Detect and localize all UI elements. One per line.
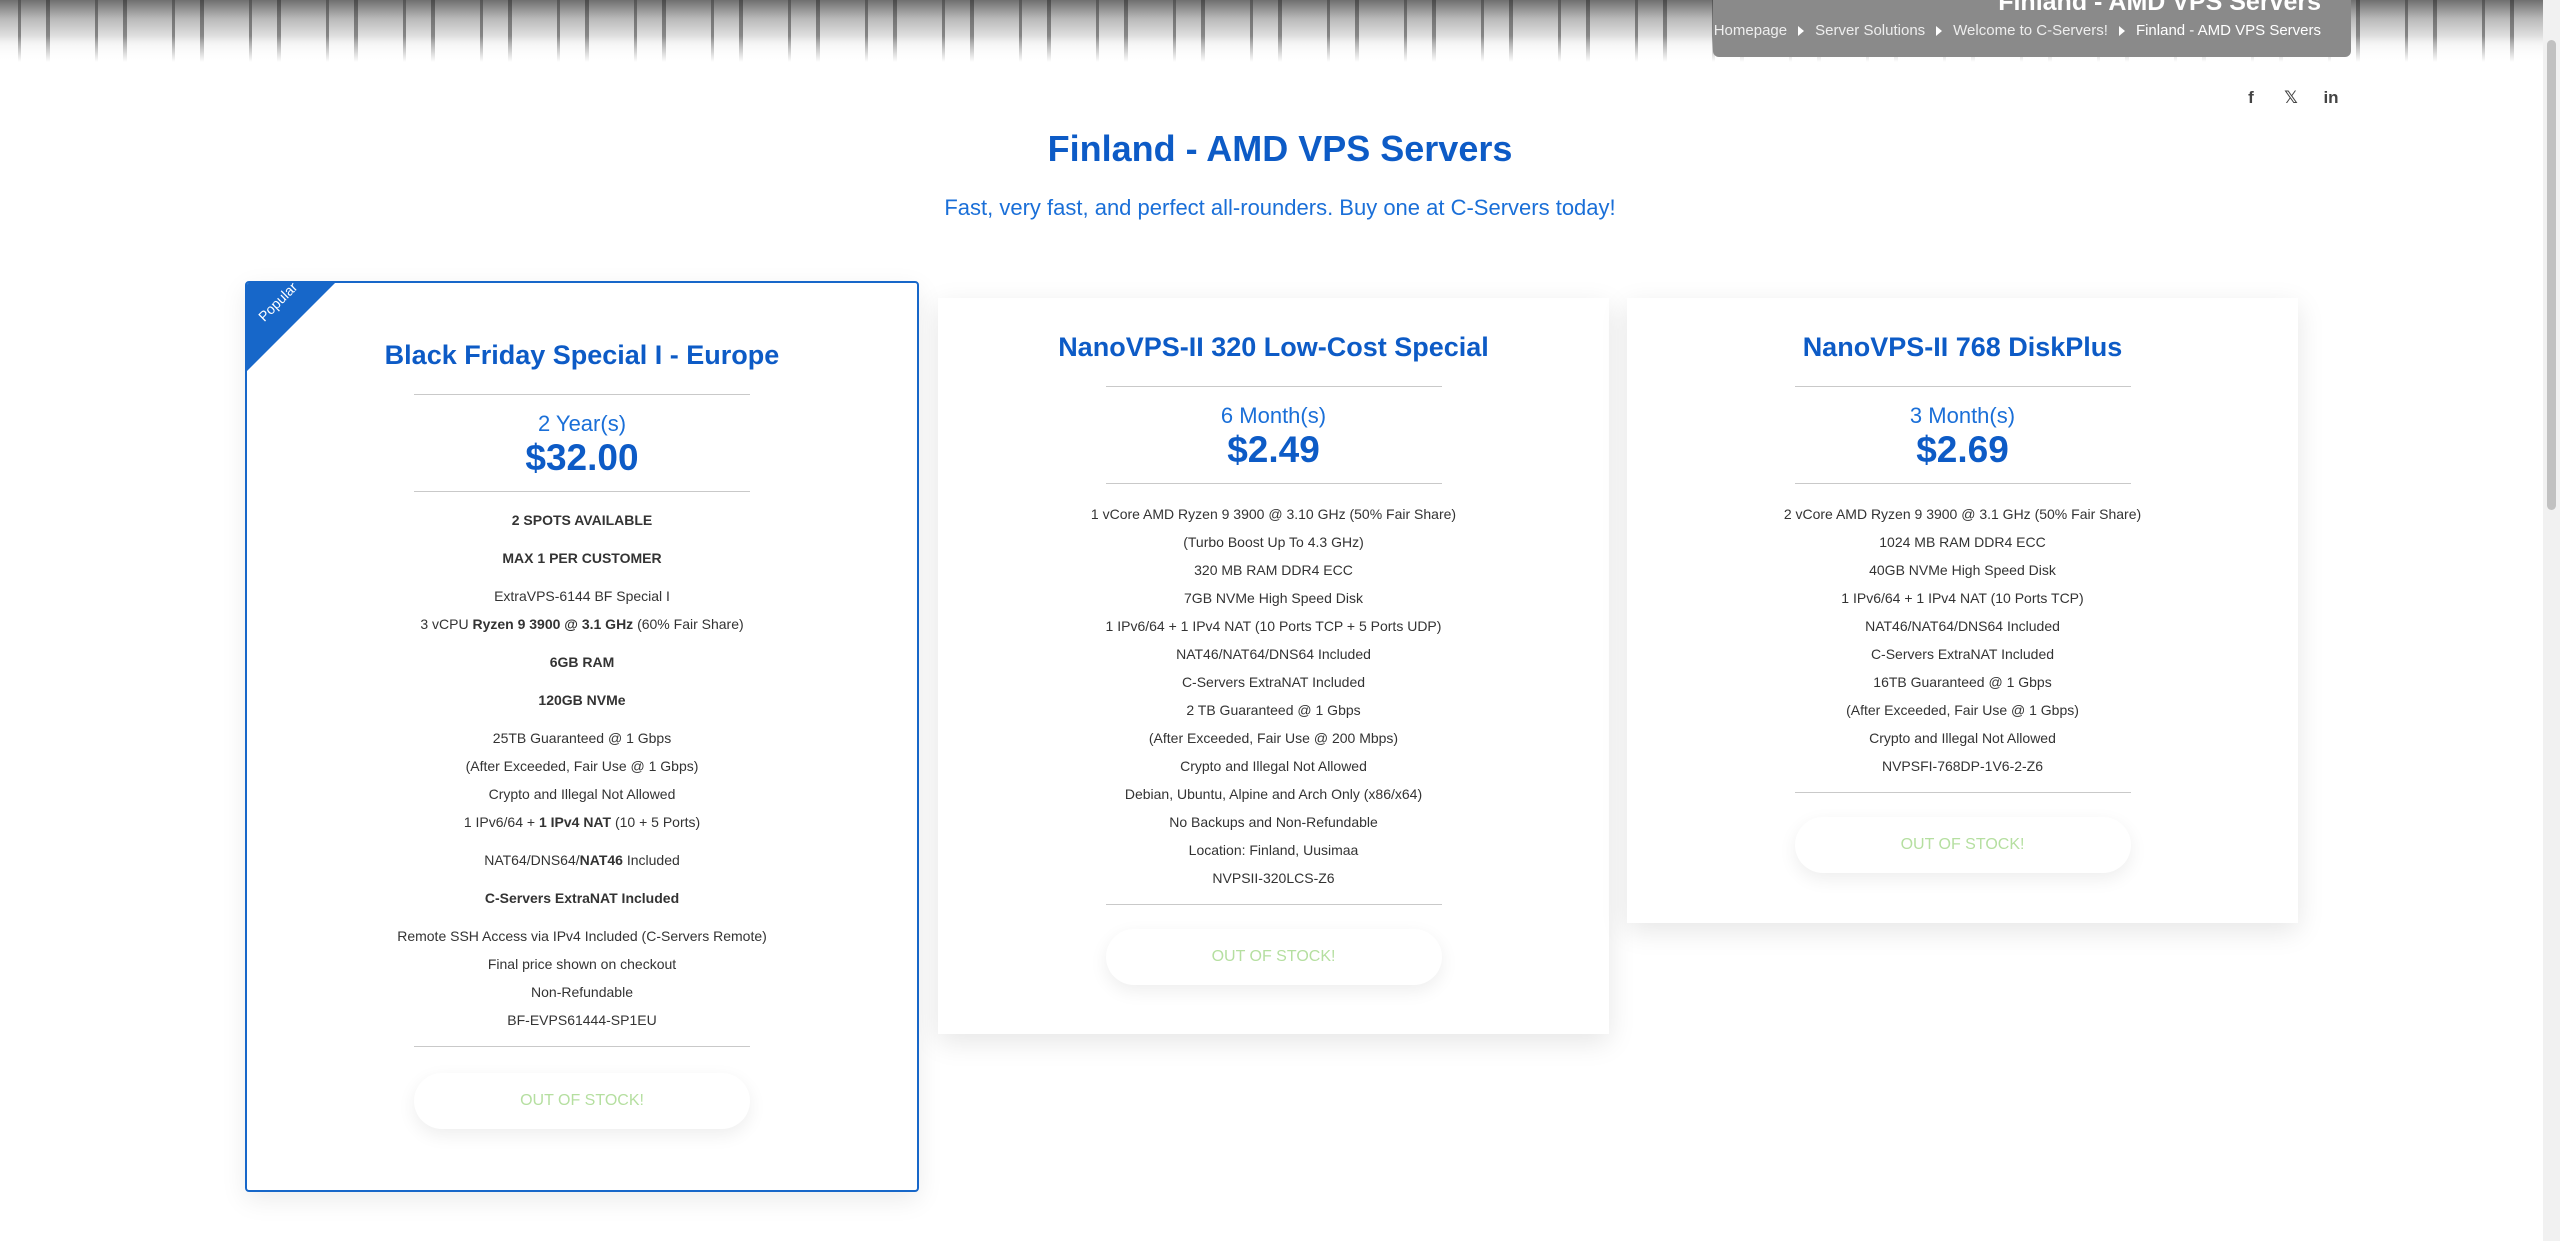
breadcrumb-welcome[interactable]: Welcome to C-Servers! [1953,22,2108,39]
plan-title: NanoVPS-II 768 DiskPlus [1802,332,2123,362]
plan-card-nanovps-768: NanoVPS-II 768 DiskPlus 3 Month(s) $2.69… [1627,298,2298,923]
feature-item: Crypto and Illegal Not Allowed [1180,758,1367,774]
feature-refund: Non-Refundable [531,984,633,1000]
feature-item: 1 IPv6/64 + 1 IPv4 NAT (10 Ports TCP + 5… [1105,618,1442,634]
plan-features: 2 vCore AMD Ryzen 9 3900 @ 3.1 GHz (50% … [1627,500,2298,780]
breadcrumb-separator-icon [1798,25,1805,36]
breadcrumb: Homepage Server Solutions Welcome to C-S… [1714,22,2321,39]
social-share: f 𝕏 in [2235,82,2347,114]
feature-nat-pre: NAT64/DNS64/ [484,852,580,868]
facebook-icon[interactable]: f [2235,82,2267,114]
feature-item: 40GB NVMe High Speed Disk [1869,562,2056,578]
page: Finland - AMD VPS Servers Homepage Serve… [0,0,2560,1241]
plan-period: 6 Month(s) [1220,403,1327,428]
plan-card-nanovps-320: NanoVPS-II 320 Low-Cost Special 6 Month(… [938,298,1609,1034]
feature-item: NAT46/NAT64/DNS64 Included [1176,646,1371,662]
x-icon[interactable]: 𝕏 [2275,82,2307,114]
breadcrumb-server-solutions[interactable]: Server Solutions [1815,22,1925,39]
feature-item: NVPSFI-768DP-1V6-2-Z6 [1881,758,2044,774]
feature-traffic: 25TB Guaranteed @ 1 Gbps [492,730,672,746]
feature-traffic-after: (After Exceeded, Fair Use @ 1 Gbps) [465,758,699,774]
feature-item: Debian, Ubuntu, Alpine and Arch Only (x8… [1124,786,1423,802]
feature-item: Crypto and Illegal Not Allowed [1869,730,2056,746]
feature-cpu-bold: Ryzen 9 3900 @ 3.1 GHz [472,616,634,632]
feature-ip-bold: 1 IPv4 NAT [538,814,612,830]
breadcrumb-current: Finland - AMD VPS Servers [2135,22,2321,39]
feature-item: 16TB Guaranteed @ 1 Gbps [1873,674,2052,690]
page-title: Finland - AMD VPS Servers [1047,128,1513,169]
feature-limit: MAX 1 PER CUSTOMER [502,550,662,566]
plan-period: 2 Year(s) [537,411,627,436]
feature-checkout: Final price shown on checkout [487,956,677,972]
feature-item: 1 IPv6/64 + 1 IPv4 NAT (10 Ports TCP) [1841,590,2084,606]
breadcrumb-separator-icon [1936,25,1943,36]
feature-cpu: 3 vCPU Ryzen 9 3900 @ 3.1 GHz (60% Fair … [247,610,917,638]
plan-price: $2.49 [1227,429,1320,470]
feature-ssh: Remote SSH Access via IPv4 Included (C-S… [397,928,767,944]
feature-item: 320 MB RAM DDR4 ECC [1194,562,1353,578]
out-of-stock-button[interactable]: OUT OF STOCK! [1105,929,1442,985]
plan-price: $2.69 [1916,429,2009,470]
feature-item: 1024 MB RAM DDR4 ECC [1879,534,2046,550]
plan-card-black-friday: Popular Black Friday Special I - Europe … [245,281,919,1192]
feature-item: NAT46/NAT64/DNS64 Included [1865,618,2060,634]
breadcrumb-panel: Finland - AMD VPS Servers Homepage Serve… [1713,0,2351,57]
feature-ip: 1 IPv6/64 + 1 IPv4 NAT (10 + 5 Ports) [247,808,917,836]
feature-item: NVPSII-320LCS-Z6 [1212,870,1335,886]
feature-nat-post: Included [622,852,680,868]
header-title: Finland - AMD VPS Servers [1998,0,2321,16]
feature-item: No Backups and Non-Refundable [1169,814,1378,830]
feature-item: (After Exceeded, Fair Use @ 200 Mbps) [1148,730,1399,746]
feature-ip-pre: 1 IPv6/64 + [463,814,539,830]
feature-item: 1 vCore AMD Ryzen 9 3900 @ 3.10 GHz (50%… [1090,506,1457,522]
plan-title: NanoVPS-II 320 Low-Cost Special [1058,332,1489,362]
feature-item: 2 TB Guaranteed @ 1 Gbps [1186,702,1361,718]
feature-item: 7GB NVMe High Speed Disk [1184,590,1363,606]
feature-spots: 2 SPOTS AVAILABLE [511,512,653,528]
out-of-stock-button[interactable]: OUT OF STOCK! [414,1073,750,1129]
feature-sku: BF-EVPS61444-SP1EU [507,1012,657,1028]
plan-price: $32.00 [525,437,639,478]
feature-item: (Turbo Boost Up To 4.3 GHz) [1183,534,1364,550]
plan-features: 2 SPOTS AVAILABLE MAX 1 PER CUSTOMER Ext… [247,506,917,1034]
feature-crypto: Crypto and Illegal Not Allowed [488,786,676,802]
out-of-stock-button[interactable]: OUT OF STOCK! [1794,817,2131,873]
feature-item: (After Exceeded, Fair Use @ 1 Gbps) [1846,702,2079,718]
feature-item: Location: Finland, Uusimaa [1188,842,1359,858]
page-subtitle: Fast, very fast, and perfect all-rounder… [944,195,1616,220]
feature-ram: 6GB RAM [549,654,615,670]
linkedin-icon[interactable]: in [2315,82,2347,114]
feature-extranat: C-Servers ExtraNAT Included [484,890,680,906]
feature-cpu-pre: 3 vCPU [420,616,473,632]
page-scrollbar[interactable] [2543,0,2560,1241]
scrollbar-thumb[interactable] [2547,40,2556,510]
feature-item: 2 vCore AMD Ryzen 9 3900 @ 3.1 GHz (50% … [1783,506,2142,522]
feature-ip-post: (10 + 5 Ports) [611,814,701,830]
breadcrumb-separator-icon [2118,25,2125,36]
plan-period: 3 Month(s) [1909,403,2016,428]
plan-title: Black Friday Special I - Europe [384,340,780,370]
feature-name: ExtraVPS-6144 BF Special I [494,588,670,604]
feature-item: C-Servers ExtraNAT Included [1181,674,1366,690]
feature-item: C-Servers ExtraNAT Included [1870,646,2055,662]
breadcrumb-homepage[interactable]: Homepage [1714,22,1787,39]
feature-nat-bold: NAT46 [579,852,623,868]
plan-features: 1 vCore AMD Ryzen 9 3900 @ 3.10 GHz (50%… [938,500,1609,892]
feature-disk: 120GB NVMe [538,692,626,708]
feature-cpu-post: (60% Fair Share) [633,616,744,632]
feature-nat: NAT64/DNS64/NAT46 Included [247,846,917,874]
